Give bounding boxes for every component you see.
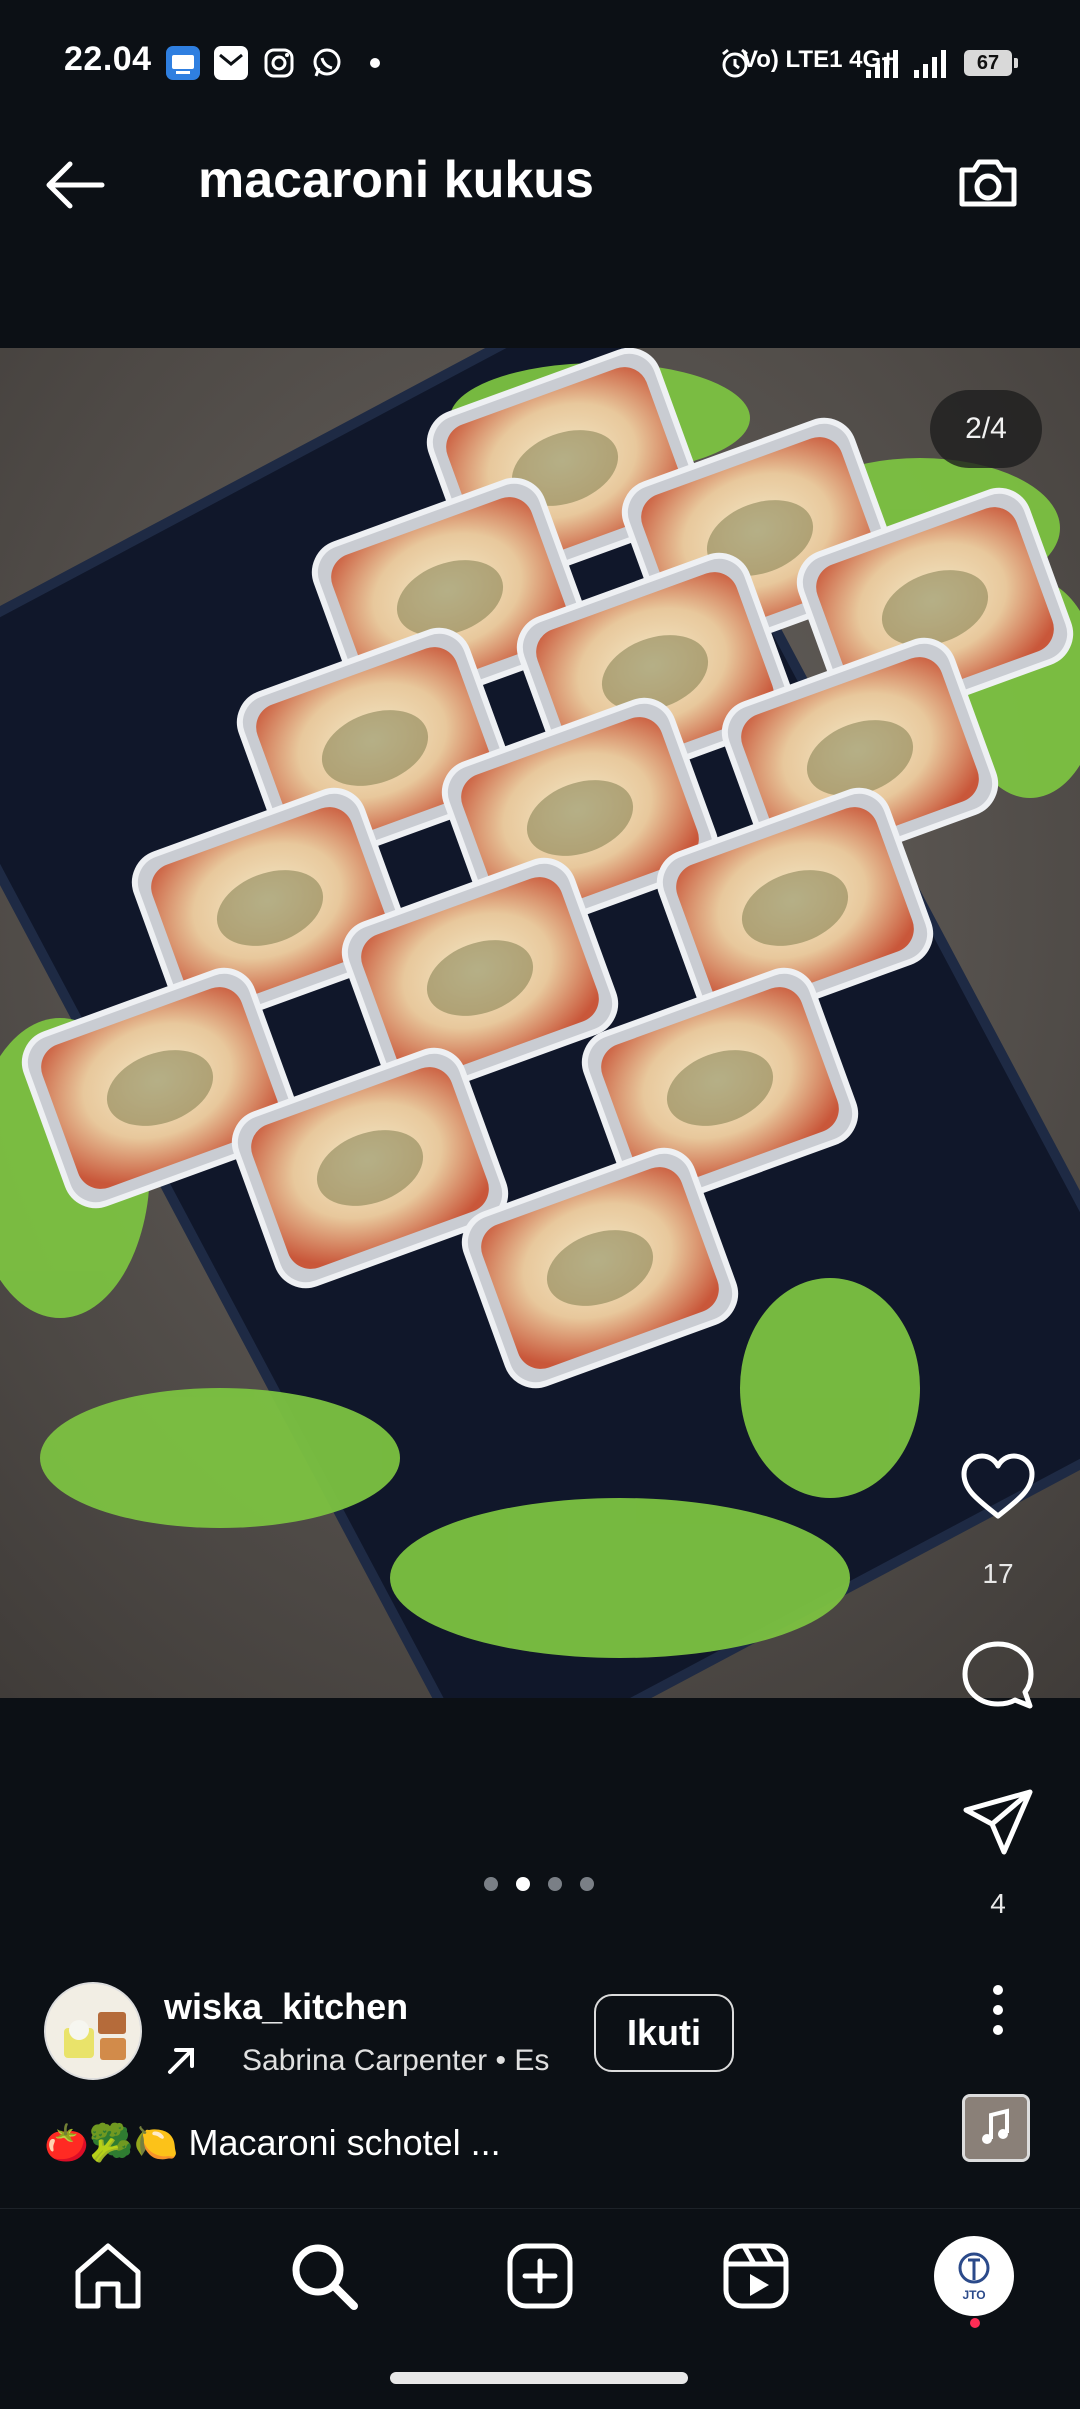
nav-home[interactable] xyxy=(68,2236,148,2316)
carousel-dot-1 xyxy=(484,1877,498,1891)
audio-thumbnail[interactable] xyxy=(962,2094,1030,2162)
whatsapp-notification-icon xyxy=(310,46,344,85)
like-count[interactable]: 17 xyxy=(958,1558,1038,1590)
signal-icon-2 xyxy=(912,46,952,85)
share-count[interactable]: 4 xyxy=(958,1888,1038,1920)
signal-icon-1 xyxy=(864,46,904,85)
author-username[interactable]: wiska_kitchen xyxy=(164,1986,408,2028)
nav-reels[interactable] xyxy=(716,2236,796,2316)
nav-create[interactable] xyxy=(500,2236,580,2316)
more-options-button[interactable] xyxy=(974,1980,1022,2040)
profile-notification-dot xyxy=(970,2318,980,2328)
caption-emojis: 🍅🥦🍋 xyxy=(44,2123,179,2164)
create-icon xyxy=(507,2243,573,2309)
home-icon xyxy=(75,2243,141,2309)
page-title: macaroni kukus xyxy=(198,151,594,209)
comment-button[interactable] xyxy=(958,1636,1038,1716)
carousel-dot-3 xyxy=(548,1877,562,1891)
post-caption[interactable]: 🍅🥦🍋 Macaroni schotel ... xyxy=(44,2122,501,2164)
status-time: 22.04 xyxy=(64,40,152,78)
home-indicator[interactable] xyxy=(390,2372,688,2384)
music-note-icon xyxy=(965,2097,1027,2159)
music-label[interactable]: Sabrina Carpenter • Es xyxy=(242,2044,568,2078)
instagram-notification-icon xyxy=(262,46,296,85)
search-icon xyxy=(292,2244,358,2310)
profile-logo-icon xyxy=(958,2252,990,2284)
nav-search[interactable] xyxy=(284,2236,364,2316)
more-icon xyxy=(993,1985,1003,2035)
caption-text: Macaroni schotel ... xyxy=(188,2122,501,2163)
comment-icon xyxy=(962,1641,1034,1709)
post-image[interactable] xyxy=(0,348,1080,1698)
camera-button[interactable] xyxy=(952,146,1024,218)
mail-notification-icon xyxy=(214,46,248,80)
nav-profile[interactable]: JTO xyxy=(934,2236,1014,2316)
back-button[interactable] xyxy=(40,150,110,220)
like-button[interactable] xyxy=(958,1448,1038,1528)
notification-app-icon xyxy=(166,46,200,80)
author-avatar[interactable] xyxy=(44,1982,142,2080)
carousel-dot-4 xyxy=(580,1877,594,1891)
slide-counter: 2/4 xyxy=(930,390,1042,468)
reels-icon xyxy=(723,2243,789,2309)
share-icon xyxy=(963,1789,1033,1855)
carousel-dot-2-active xyxy=(516,1877,530,1891)
follow-button[interactable]: Ikuti xyxy=(594,1994,734,2072)
back-arrow-icon xyxy=(46,161,105,209)
music-trend-icon xyxy=(164,2044,198,2078)
more-notifications-dot xyxy=(370,58,380,68)
share-button[interactable] xyxy=(958,1782,1038,1862)
heart-icon xyxy=(961,1453,1035,1519)
camera-icon xyxy=(959,159,1017,207)
battery-indicator: 67 xyxy=(964,50,1018,76)
profile-logo-text: JTO xyxy=(962,2288,986,2302)
